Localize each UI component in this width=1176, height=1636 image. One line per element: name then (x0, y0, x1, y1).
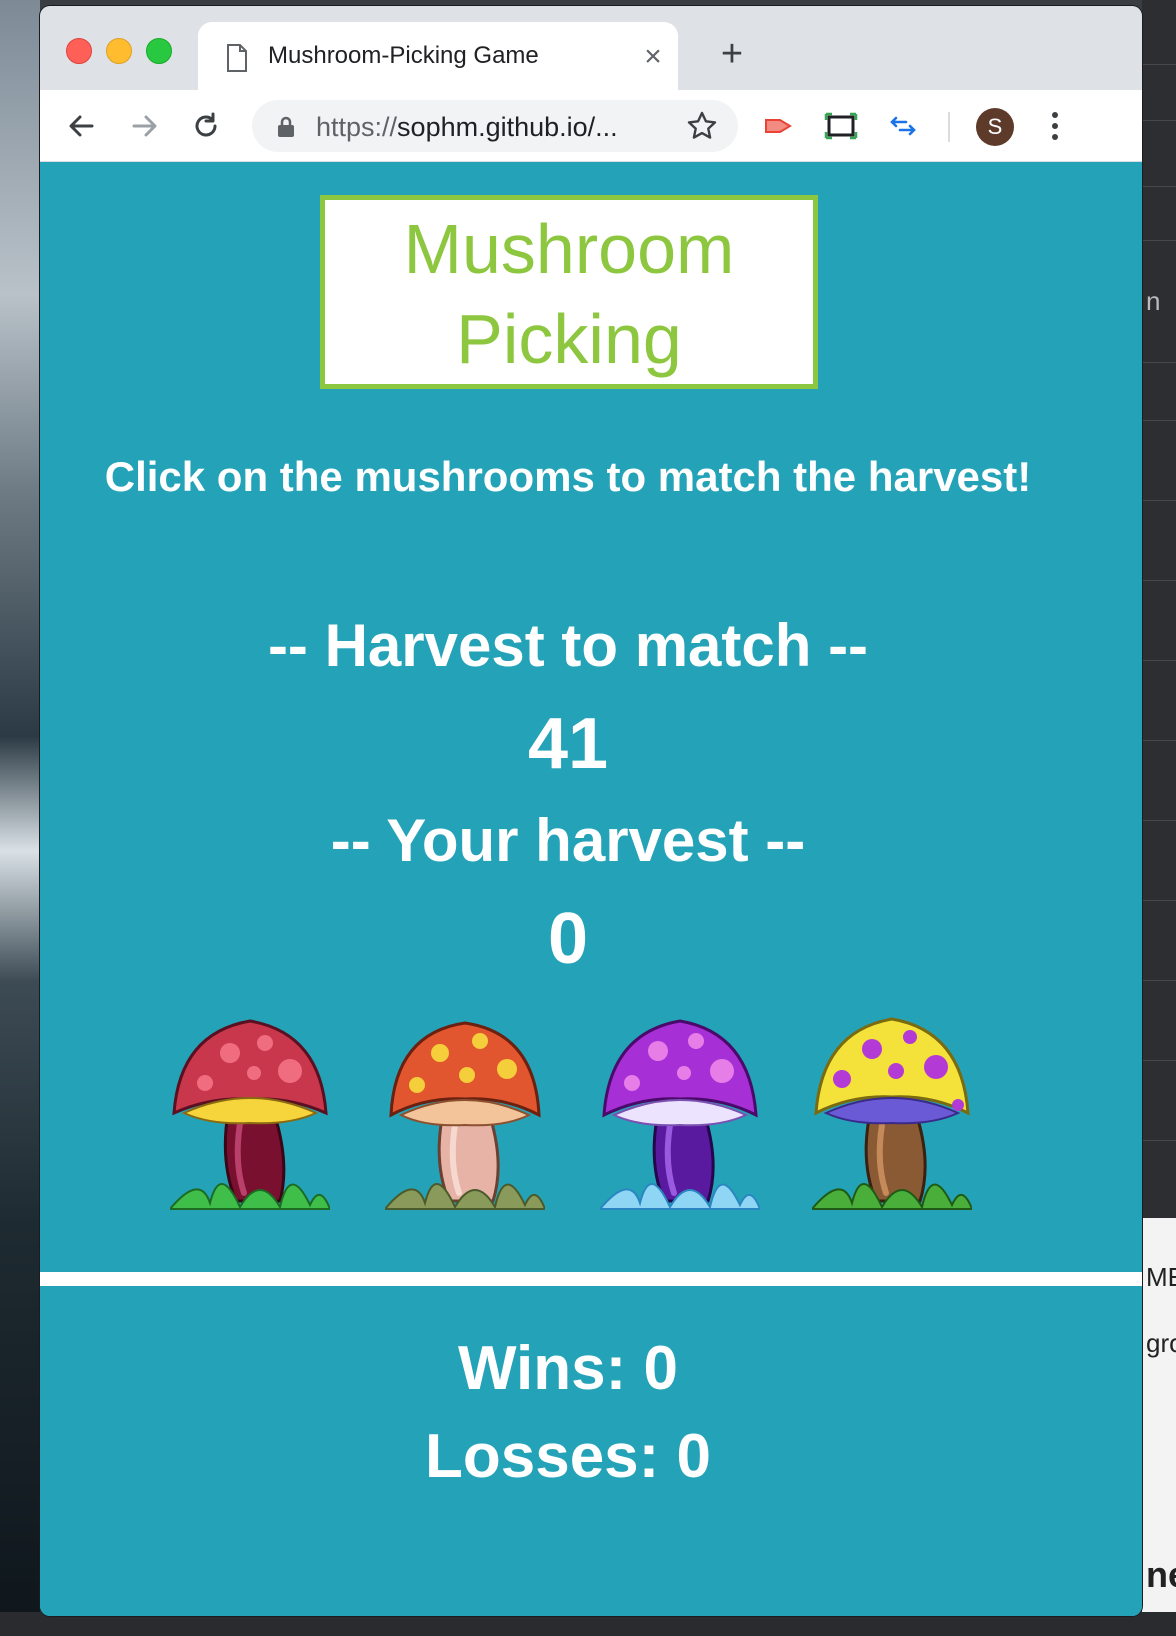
new-tab-button[interactable]: + (714, 35, 750, 73)
desktop-text-fragment: n (1146, 286, 1161, 316)
losses-counter: Losses: 0 (424, 1422, 712, 1491)
desktop-background-right: n ME. gro ne (1142, 0, 1176, 1636)
desktop-text-fragment: gro (1146, 1328, 1176, 1358)
document-icon (227, 44, 247, 72)
address-bar[interactable]: https://sophm.github.io/... (252, 100, 738, 152)
game-page: Mushroom Picking Click on the mushrooms … (40, 163, 1142, 1616)
back-arrow-icon[interactable] (62, 106, 102, 146)
desktop-background-left (0, 0, 40, 1636)
url-scheme: https:// (316, 112, 398, 142)
reload-icon[interactable] (186, 106, 226, 146)
instructions-text: Click on the mushrooms to match the harv… (104, 453, 1032, 500)
tab-title: Mushroom-Picking Game (268, 42, 539, 69)
harvest-number: 0 (547, 899, 589, 979)
url-host: sophm.github.io/... (397, 112, 618, 142)
tab-mushroom-game[interactable]: Mushroom-Picking Game × (198, 22, 678, 90)
extension-screenshot-icon[interactable] (824, 110, 858, 142)
desktop-text-fragment: ME. (1146, 1262, 1176, 1292)
close-window-button[interactable] (66, 38, 92, 64)
extension-arrow-icon[interactable] (762, 110, 796, 142)
harvest-label: -- Your harvest -- (330, 807, 806, 874)
section-divider (40, 1272, 1142, 1286)
desktop-text-fragment: ne (1146, 1554, 1176, 1595)
wins-counter: Wins: 0 (458, 1334, 678, 1403)
game-title-line1: Mushroom (403, 210, 735, 288)
browser-window: Mushroom-Picking Game × + https://sophm.… (40, 6, 1142, 1616)
red-mushroom[interactable] (170, 1013, 330, 1213)
bookmark-star-icon[interactable] (686, 110, 718, 142)
forward-arrow-icon[interactable] (124, 106, 164, 146)
lock-icon (278, 116, 294, 137)
game-title-box: Mushroom Picking (320, 195, 818, 389)
minimize-window-button[interactable] (106, 38, 132, 64)
desktop-window-behind: ME. gro ne (1142, 1218, 1176, 1618)
target-label: -- Harvest to match -- (267, 612, 869, 679)
orange-mushroom[interactable] (385, 1013, 545, 1213)
purple-mushroom[interactable] (600, 1013, 760, 1213)
close-tab-icon[interactable]: × (638, 42, 668, 72)
extension-swap-icon[interactable] (886, 110, 920, 142)
more-menu-icon[interactable] (1040, 106, 1070, 146)
target-number: 41 (527, 704, 609, 784)
toolbar-separator (948, 112, 950, 142)
game-title-line2: Picking (456, 300, 682, 378)
url-text: https://sophm.github.io/... (316, 112, 618, 143)
tab-bar: Mushroom-Picking Game × + (40, 6, 1142, 90)
maximize-window-button[interactable] (146, 38, 172, 64)
browser-toolbar: https://sophm.github.io/... S (40, 90, 1142, 162)
yellow-mushroom[interactable] (812, 1013, 972, 1213)
profile-avatar[interactable]: S (976, 108, 1014, 146)
